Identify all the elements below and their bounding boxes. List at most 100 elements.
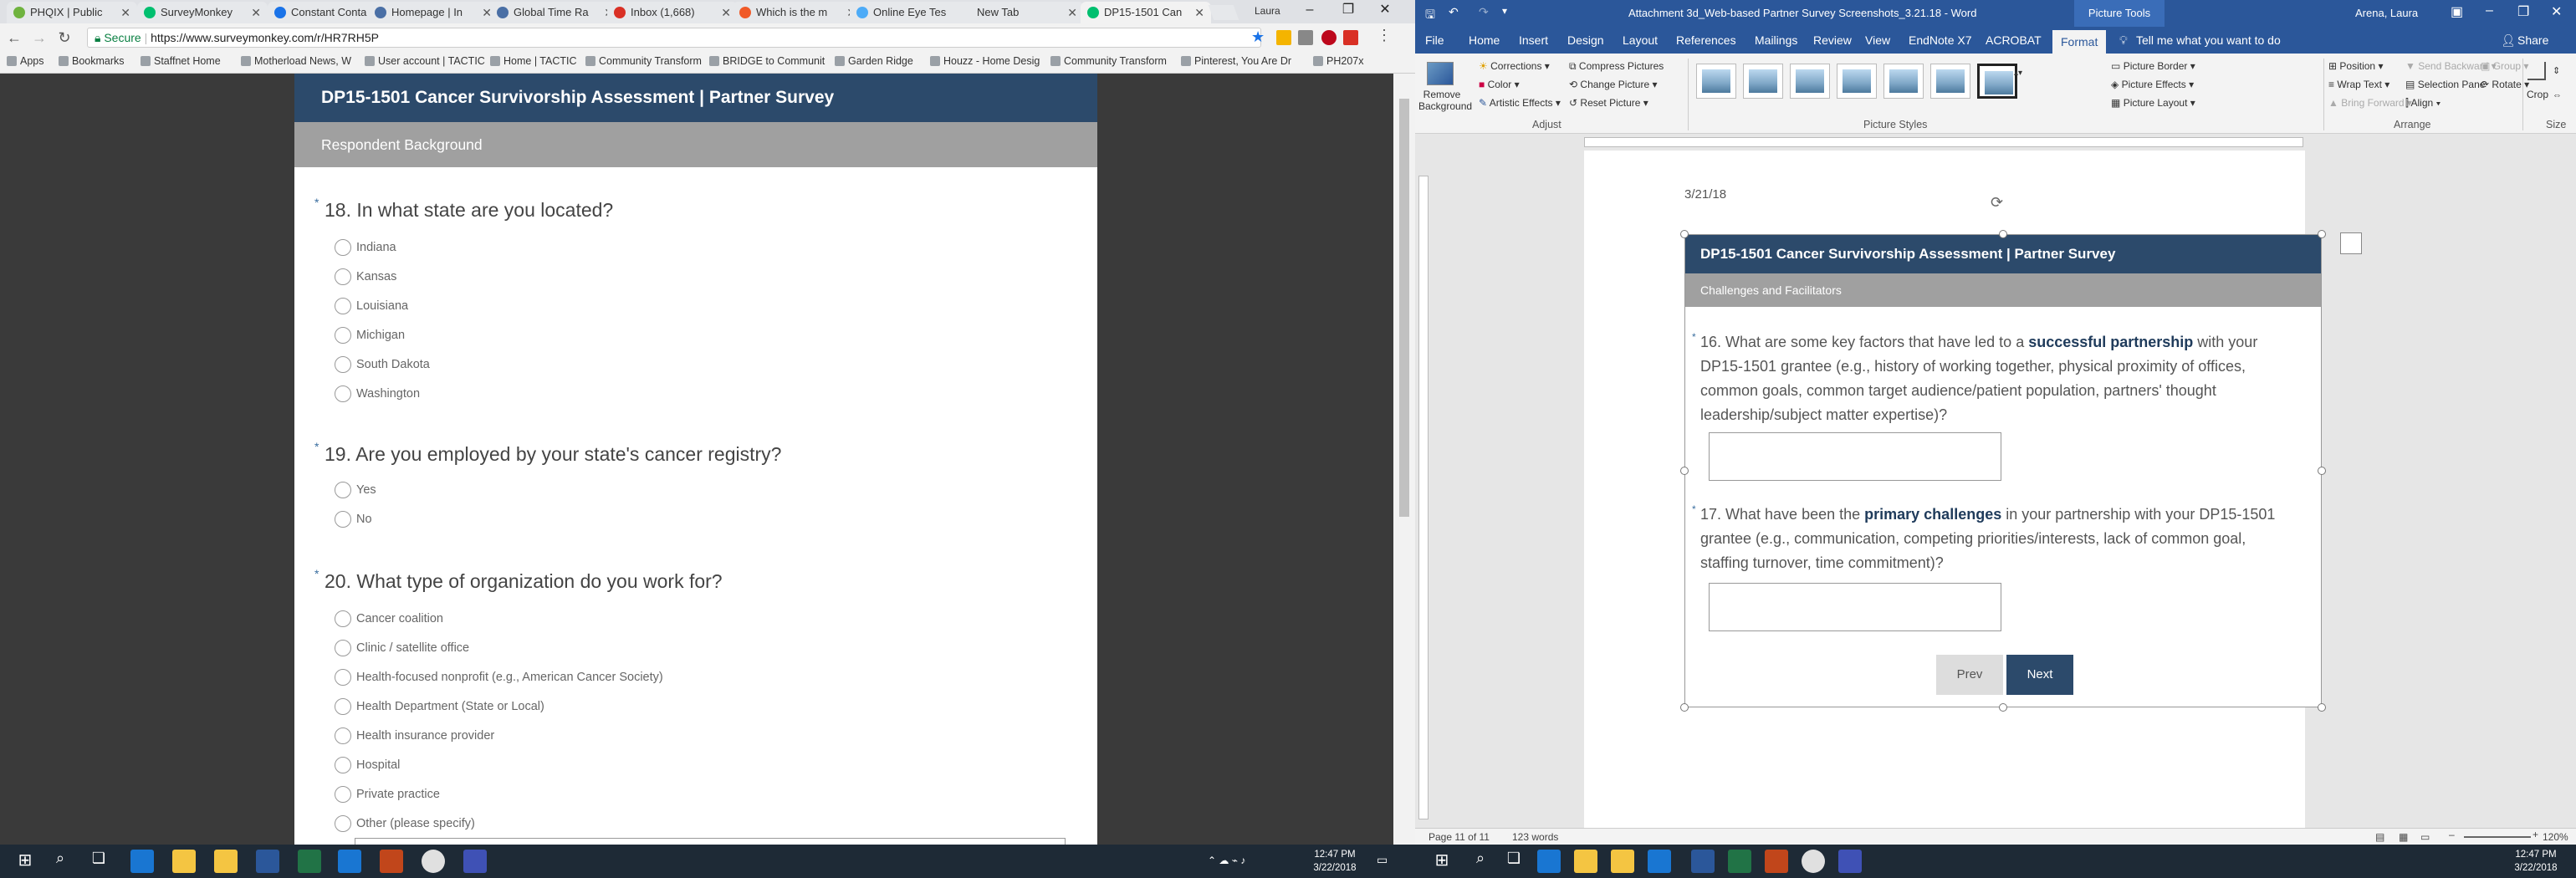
user-name[interactable]: Arena, Laura (2355, 7, 2418, 19)
clock-left[interactable]: 12:47 PM 3/22/2018 (1301, 848, 1368, 875)
compress-pictures-button[interactable]: ⧉ Compress Pictures (1569, 60, 1664, 73)
share-button[interactable]: Share (2517, 33, 2548, 47)
chrome-icon[interactable] (1802, 850, 1825, 873)
customize-toolbar-icon[interactable]: ▾ (1502, 5, 1507, 17)
tab-insert[interactable]: Insert (1519, 33, 1548, 47)
reload-icon[interactable]: ↻ (55, 29, 74, 47)
align-button[interactable]: ⫿ Align ▾ (2405, 97, 2441, 110)
resize-handle[interactable] (2318, 230, 2326, 238)
tab-which[interactable]: Which is the m✕ (733, 2, 863, 23)
ie-icon[interactable] (338, 850, 361, 873)
next-button[interactable]: Next (2006, 655, 2073, 695)
tab-acrobat[interactable]: ACROBAT (1986, 33, 2042, 47)
radio-insurance[interactable]: Health insurance provider (335, 727, 494, 744)
search-icon[interactable]: ⌕ (1469, 850, 1492, 873)
word-count[interactable]: 123 words (1512, 831, 1558, 843)
url-input[interactable]: 🔒︎ Secure | https://www.surveymonkey.com… (87, 28, 1261, 48)
page-count[interactable]: Page 11 of 11 (1429, 831, 1490, 843)
menu-icon[interactable]: ⋮ (1377, 27, 1392, 44)
bookmark-item[interactable]: BRIDGE to Communit (709, 55, 825, 67)
tab-inbox[interactable]: Inbox (1,668) ✕ (607, 2, 738, 23)
notifications-icon[interactable]: ▭ (1377, 853, 1388, 867)
minimize-icon[interactable]: – (1293, 0, 1326, 20)
zoom-in-icon[interactable]: + (2533, 829, 2538, 840)
answer-box-16[interactable] (1709, 432, 2001, 481)
bookmark-item[interactable]: PH207x (1313, 55, 1363, 67)
radio-clinic[interactable]: Clinic / satellite office (335, 640, 469, 656)
tell-me-input[interactable]: Tell me what you want to do (2136, 33, 2281, 47)
radio-nonprofit[interactable]: Health-focused nonprofit (e.g., American… (335, 669, 663, 686)
tab-layout[interactable]: Layout (1623, 33, 1658, 47)
redo-icon[interactable]: ↷ (1479, 5, 1489, 19)
close-window-icon[interactable]: ✕ (2551, 3, 2562, 20)
bookmark-item[interactable]: Home | TACTIC (490, 55, 577, 67)
back-icon[interactable]: ← (5, 29, 23, 47)
rotate-handle-icon[interactable]: ⟳ (1991, 194, 2003, 212)
close-icon[interactable]: ✕ (1194, 2, 1204, 23)
bookmark-star-icon[interactable]: ★ (1251, 28, 1265, 46)
tab-homepage[interactable]: Homepage | In ✕ (368, 2, 498, 23)
bookmark-item[interactable]: Pinterest, You Are Dr (1181, 55, 1291, 67)
save-icon[interactable]: 🖫︎ (1425, 6, 1435, 26)
radio-south-dakota[interactable]: South Dakota (335, 356, 430, 373)
extension-icon[interactable] (1276, 30, 1291, 45)
tab-new-tab[interactable]: New Tab ✕ (953, 2, 1084, 23)
start-windows-icon[interactable]: ⊞ (1430, 850, 1454, 873)
resize-handle[interactable] (1680, 467, 1689, 475)
picture-style-2[interactable] (1743, 64, 1783, 99)
ruler-bar[interactable] (1418, 176, 1429, 819)
radio-other[interactable]: Other (please specify) (335, 815, 475, 832)
bookmark-item[interactable]: Community Transform (1050, 55, 1167, 67)
radio-hospital[interactable]: Hospital (335, 757, 400, 773)
ruler-bar[interactable] (1584, 137, 2303, 147)
page-scrollbar[interactable] (1393, 74, 1415, 845)
picture-style-6[interactable] (1930, 64, 1970, 99)
tab-endnote[interactable]: EndNote X7 (1909, 33, 1972, 47)
bookmark-item[interactable]: Bookmarks (59, 55, 125, 67)
profile-name[interactable]: Laura (1255, 5, 1280, 17)
print-layout-icon[interactable]: ▦ (2399, 831, 2408, 843)
scrollbar-thumb[interactable] (1399, 99, 1409, 517)
corrections-button[interactable]: ☀ Corrections ▾ (1479, 60, 1550, 72)
word-icon[interactable] (256, 850, 279, 873)
restore-icon[interactable]: ❐ (1331, 0, 1365, 20)
chrome-icon[interactable] (422, 850, 445, 873)
wrap-text-button[interactable]: ≡ Wrap Text ▾ (2328, 79, 2389, 90)
tab-design[interactable]: Design (1567, 33, 1604, 47)
tab-view[interactable]: View (1865, 33, 1890, 47)
file-explorer-icon[interactable] (172, 850, 196, 873)
layout-options-icon[interactable] (2340, 232, 2362, 254)
radio-private-practice[interactable]: Private practice (335, 786, 440, 803)
zoom-slider[interactable] (2464, 836, 2531, 838)
bookmark-item[interactable]: Community Transform (585, 55, 702, 67)
prev-button[interactable]: Prev (1936, 655, 2003, 695)
other-specify-input[interactable] (355, 838, 1066, 845)
task-view-icon[interactable]: ❏ (1502, 850, 1526, 873)
outlook-icon[interactable] (380, 850, 403, 873)
picture-effects-button[interactable]: ◈ Picture Effects ▾ (2111, 79, 2194, 90)
radio-louisiana[interactable]: Louisiana (335, 298, 408, 314)
document-scrollbar[interactable] (2561, 151, 2576, 828)
embedded-survey-picture[interactable]: DP15-1501 Cancer Survivorship Assessment… (1684, 234, 2322, 707)
remove-background-button[interactable]: Remove Background (1418, 89, 1472, 112)
close-icon[interactable]: ✕ (1067, 2, 1077, 23)
edge-icon[interactable] (130, 850, 154, 873)
bookmark-item[interactable]: Motherload News, W (241, 55, 351, 67)
store-icon[interactable] (214, 850, 238, 873)
bookmark-item[interactable]: User account | TACTIC (365, 55, 485, 67)
excel-icon[interactable] (298, 850, 321, 873)
yammer-icon[interactable] (463, 850, 487, 873)
picture-border-button[interactable]: ▭ Picture Border ▾ (2111, 60, 2195, 72)
crop-button[interactable]: Crop (2527, 89, 2548, 100)
read-mode-icon[interactable]: ▤ (2375, 831, 2384, 843)
undo-icon[interactable]: ↶ (1449, 5, 1459, 19)
radio-washington[interactable]: Washington (335, 385, 420, 402)
styles-more-icon[interactable]: ▴▾ (2014, 69, 2022, 78)
zoom-level[interactable]: 120% (2543, 831, 2568, 843)
resize-handle[interactable] (1999, 230, 2007, 238)
outlook-icon[interactable] (1765, 850, 1788, 873)
file-explorer-icon[interactable] (1574, 850, 1597, 873)
picture-style-5[interactable] (1883, 64, 1924, 99)
radio-indiana[interactable]: Indiana (335, 239, 396, 256)
resize-handle[interactable] (2318, 703, 2326, 712)
